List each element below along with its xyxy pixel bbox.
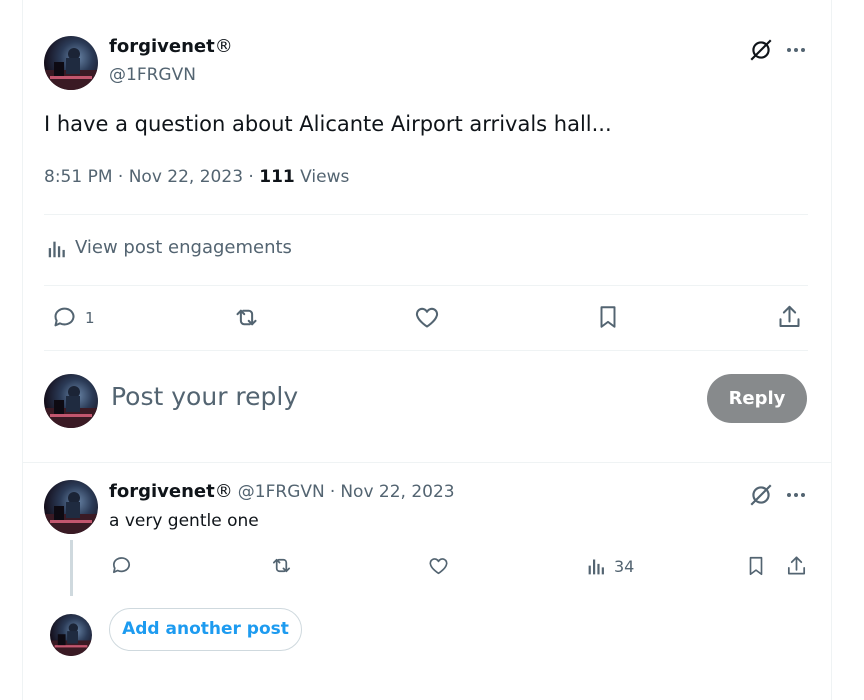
grok-icon[interactable] (748, 37, 774, 63)
reply-author-handle[interactable]: @1FRGVN (238, 482, 325, 502)
author-name-text: forgivenet (109, 36, 215, 57)
reply-header: forgivenet® @1FRGVN · Nov 22, 2023 (109, 481, 455, 502)
repost-icon[interactable] (269, 554, 294, 577)
bookmark-icon[interactable] (745, 554, 767, 578)
registered-badge: ® (214, 36, 233, 57)
like-icon[interactable] (427, 555, 450, 577)
like-icon[interactable] (413, 304, 441, 331)
analytics-icon[interactable] (586, 556, 607, 577)
add-post-avatar (50, 614, 92, 656)
divider (44, 350, 808, 351)
reply-views-count: 34 (614, 557, 635, 576)
author-avatar[interactable] (44, 36, 98, 90)
reply-author-name-text: forgivenet (109, 481, 215, 502)
repost-icon[interactable] (232, 304, 261, 331)
post-meta: 8:51 PM · Nov 22, 2023 · 111 Views (44, 167, 350, 187)
grok-icon[interactable] (748, 482, 774, 508)
author-handle[interactable]: @1FRGVN (109, 65, 196, 85)
bookmark-icon[interactable] (595, 303, 621, 331)
reply-input[interactable]: Post your reply (111, 382, 298, 411)
author-name[interactable]: forgivenet® (109, 36, 233, 57)
thread-line (70, 540, 73, 596)
reply-date[interactable]: Nov 22, 2023 (340, 482, 454, 502)
reply-button[interactable]: Reply (707, 374, 807, 423)
divider (44, 285, 808, 286)
meta-separator: · (329, 482, 336, 502)
add-another-post-button[interactable]: Add another post (109, 608, 302, 651)
reply-text: a very gentle one (109, 511, 259, 531)
share-icon[interactable] (785, 554, 808, 578)
post-time[interactable]: 8:51 PM (44, 167, 113, 187)
reply-icon[interactable] (51, 304, 78, 331)
reply-icon[interactable] (110, 554, 133, 577)
divider (22, 462, 832, 463)
views-label: Views (300, 167, 350, 187)
post-text: I have a question about Alicante Airport… (44, 112, 612, 136)
view-engagements-link[interactable]: View post engagements (75, 237, 292, 258)
views-count: 111 (259, 167, 295, 187)
more-icon[interactable] (784, 38, 808, 62)
reply-author-avatar[interactable] (44, 480, 98, 534)
more-icon[interactable] (784, 483, 808, 507)
divider (44, 214, 808, 215)
share-icon[interactable] (776, 303, 803, 331)
reply-count: 1 (85, 309, 95, 327)
composer-avatar (44, 374, 98, 428)
post-date[interactable]: Nov 22, 2023 (129, 167, 243, 187)
reply-author-name[interactable]: forgivenet® (109, 481, 233, 502)
registered-badge: ® (214, 481, 233, 502)
analytics-icon (46, 238, 68, 260)
